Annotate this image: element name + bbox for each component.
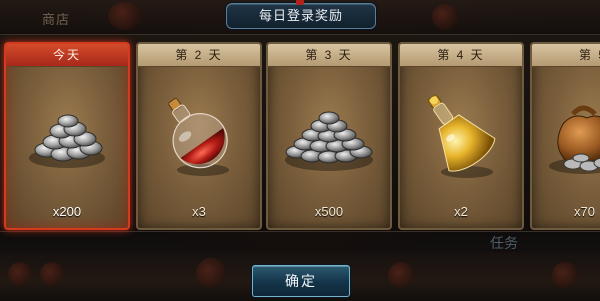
confirm-button[interactable]: 确定	[252, 265, 350, 297]
background-orb	[8, 262, 32, 286]
dialog-title: 每日登录奖励	[226, 3, 376, 29]
task-label: 任务	[490, 235, 518, 251]
day-label: 第 4 天	[400, 44, 522, 67]
reward-quantity: x2	[454, 204, 468, 219]
background-orb	[552, 262, 578, 288]
background-orb	[432, 4, 458, 30]
shop-label: 商店	[42, 12, 71, 27]
silver-coins-pile-icon	[285, 111, 373, 171]
reward-quantity: x70	[574, 204, 595, 219]
reward-quantity: x500	[314, 204, 344, 219]
background-orb	[196, 258, 226, 288]
reward-card-day-3[interactable]: 第 3 天 x500	[266, 42, 392, 230]
background-orb	[388, 262, 414, 288]
reward-card-day-5[interactable]: 第 5 x70	[530, 42, 600, 230]
day-label: 今天	[6, 44, 128, 67]
reward-quantity: x3	[192, 204, 206, 219]
title-gem-ornament	[296, 0, 304, 5]
reward-card-day-4[interactable]: 第 4 天 x2	[398, 42, 524, 230]
reward-card-day-2[interactable]: 第 2 天 x3	[136, 42, 262, 230]
background-orb	[108, 2, 142, 30]
day-label: 第 3 天	[268, 44, 390, 67]
reward-quantity: x200	[52, 204, 82, 219]
day-label: 第 2 天	[138, 44, 260, 67]
day-label: 第 5	[532, 44, 600, 67]
red-potion-icon	[168, 97, 229, 176]
gold-potion-icon	[427, 94, 496, 178]
background-orb	[40, 262, 64, 286]
coin-sack-icon	[549, 105, 600, 174]
silver-coins-icon	[29, 114, 105, 168]
reward-card-day-1[interactable]: 今天 x200	[4, 42, 130, 230]
game-screen: 商店 今天 x200 第 2 天 x3 第 3 天 x500 第 4 天 x2 …	[0, 0, 600, 301]
